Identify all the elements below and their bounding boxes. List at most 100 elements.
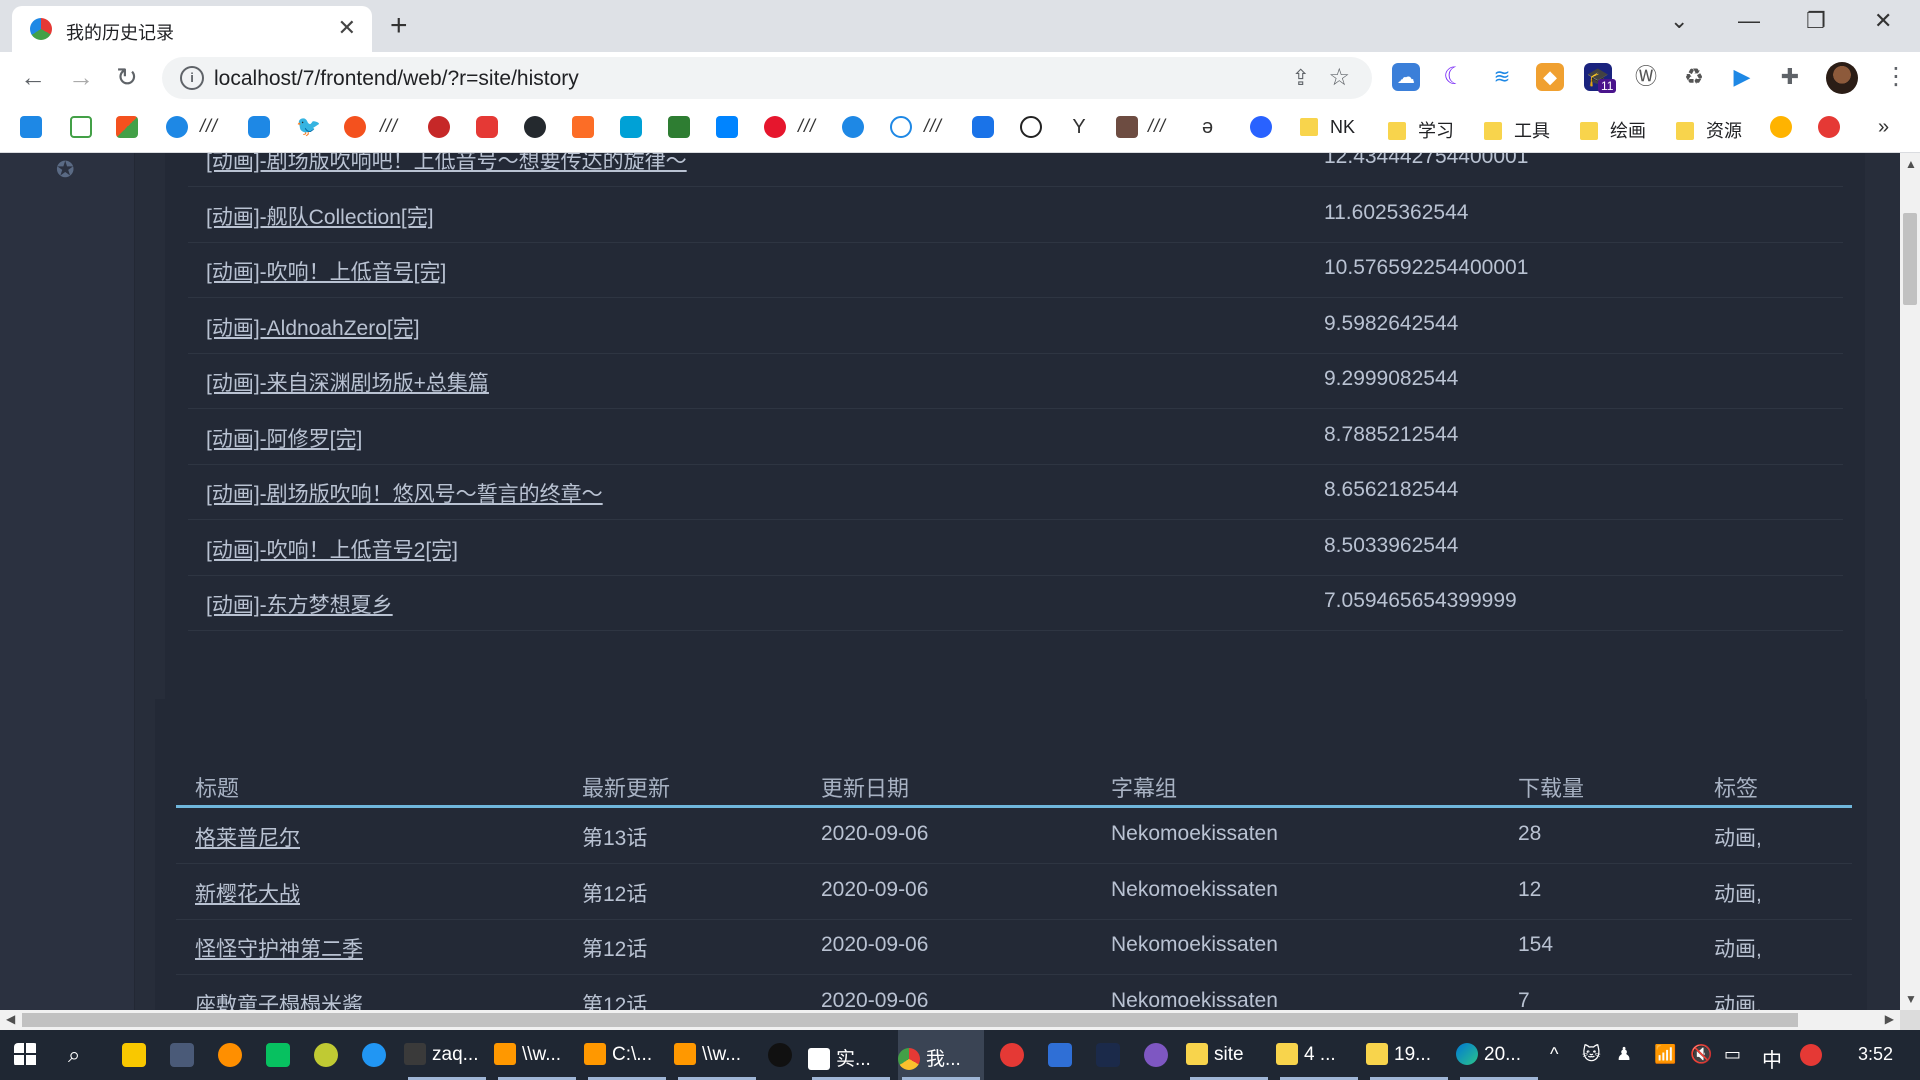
bookmark-m-icon[interactable] xyxy=(166,116,188,138)
windows-start-icon[interactable] xyxy=(14,1043,38,1067)
column-header-date[interactable]: 更新日期 xyxy=(821,771,909,803)
back-button[interactable]: ← xyxy=(20,62,46,92)
sogou-ime-icon[interactable] xyxy=(1800,1044,1822,1066)
horizontal-scroll-thumb[interactable] xyxy=(22,1013,1798,1027)
extension-wave-icon[interactable]: ≋ xyxy=(1488,63,1516,91)
bookmark-folder-tools[interactable]: 工具 xyxy=(1484,117,1550,143)
ime-indicator[interactable]: 中 xyxy=(1762,1044,1782,1073)
bookmark-separator[interactable]: /// xyxy=(924,116,942,137)
bookmark-gear-icon[interactable] xyxy=(842,116,864,138)
minimize-button[interactable]: — xyxy=(1738,8,1760,34)
close-window-button[interactable]: ✕ xyxy=(1874,8,1892,34)
bookmark-baidu-icon[interactable] xyxy=(1250,116,1272,138)
bookmark-q-icon[interactable] xyxy=(1020,116,1042,138)
sidebar-badge-icon[interactable]: ✪ xyxy=(56,157,74,183)
bookmark-bilibili-icon[interactable] xyxy=(620,116,642,138)
bookmark-script-icon[interactable]: ə xyxy=(1202,116,1224,138)
bookmark-folder-study[interactable]: 学习 xyxy=(1388,117,1454,143)
volume-muted-icon[interactable]: 🔇 xyxy=(1690,1044,1712,1065)
extension-moon-icon[interactable]: ☾ xyxy=(1440,63,1468,91)
bookmark-separator[interactable]: /// xyxy=(200,116,218,137)
everything-search-icon[interactable] xyxy=(218,1043,242,1067)
ranking-title-link[interactable]: [动画]-吹响！上低音号[完] xyxy=(206,256,446,286)
bookmark-folder-nk[interactable]: NK xyxy=(1300,117,1355,138)
column-header-group[interactable]: 字幕组 xyxy=(1111,771,1177,803)
column-header-tags[interactable]: 标签 xyxy=(1714,771,1758,803)
tray-overflow-icon[interactable]: ^ xyxy=(1550,1044,1558,1065)
extension-orange-icon[interactable]: ◆ xyxy=(1536,63,1564,91)
search-icon[interactable]: ⌕ xyxy=(68,1043,92,1067)
ranking-title-link[interactable]: [动画]-AldnoahZero[完] xyxy=(206,312,420,342)
browser-menu-icon[interactable]: ⋮ xyxy=(1884,62,1908,92)
taskbar-task-edge[interactable]: 20... xyxy=(1456,1030,1542,1080)
profile-avatar[interactable] xyxy=(1826,62,1858,94)
bookmark-p-icon[interactable] xyxy=(248,116,270,138)
scroll-right-arrow-icon[interactable]: ▶ xyxy=(1885,1012,1894,1026)
tab-search-icon[interactable]: ⌄ xyxy=(1670,8,1688,34)
bookmark-youtube-icon[interactable] xyxy=(476,116,498,138)
taskbar-task-sublime-2[interactable]: C:\... xyxy=(584,1030,670,1080)
bookmark-blue-icon[interactable] xyxy=(972,116,994,138)
taskbar-task-folder-4[interactable]: 4 ... xyxy=(1276,1030,1362,1080)
taskbar-task-sublime-1[interactable]: \\w... xyxy=(494,1030,580,1080)
ranking-title-link[interactable]: [动画]-剧场版吹响！悠风号～誓言的终章～ xyxy=(206,478,603,508)
forward-button[interactable]: → xyxy=(68,62,94,92)
cell-title-link[interactable]: 座敷童子榻榻米酱 xyxy=(195,989,363,1011)
site-info-icon[interactable]: i xyxy=(180,66,204,90)
bookmark-separator[interactable]: /// xyxy=(380,116,398,137)
ranking-title-link[interactable]: [动画]-剧场版吹响吧！上低音号～想要传达的旋律～ xyxy=(206,153,687,175)
ranking-title-link[interactable]: [动画]-舰队Collection[完] xyxy=(206,201,434,231)
bookmark-grid-icon[interactable] xyxy=(20,116,42,138)
cell-title-link[interactable]: 怪怪守护神第二季 xyxy=(195,933,363,963)
horizontal-scrollbar[interactable]: ◀ ▶ xyxy=(0,1010,1900,1030)
ranking-title-link[interactable]: [动画]-来自深渊剧场版+总集篇 xyxy=(206,367,489,397)
scroll-down-arrow-icon[interactable]: ▼ xyxy=(1905,992,1917,1006)
qq-icon[interactable] xyxy=(768,1043,792,1067)
bookmark-colorful-icon[interactable] xyxy=(116,116,138,138)
bookmark-weibo-icon[interactable] xyxy=(764,116,786,138)
netease-music-icon[interactable] xyxy=(1000,1043,1024,1067)
bookmark-j-icon[interactable] xyxy=(1116,116,1138,138)
bookmark-separator[interactable]: /// xyxy=(798,116,816,137)
bookmark-cat-icon[interactable] xyxy=(1770,116,1792,138)
tray-app-icon[interactable]: ♟ xyxy=(1616,1044,1632,1065)
taskbar-task-chrome[interactable]: 我... xyxy=(898,1030,984,1080)
taskbar-task-sublime-3[interactable]: \\w... xyxy=(674,1030,760,1080)
wechat-icon[interactable] xyxy=(266,1043,290,1067)
app-icon-1[interactable] xyxy=(170,1043,194,1067)
jetbrains-icon[interactable] xyxy=(1048,1043,1072,1067)
bookmark-folder-drawing[interactable]: 绘画 xyxy=(1580,117,1646,143)
scroll-up-arrow-icon[interactable]: ▲ xyxy=(1905,157,1917,171)
bookmark-y-icon[interactable]: Y xyxy=(1068,116,1090,138)
bookmark-star-icon[interactable]: ☆ xyxy=(1328,63,1350,92)
wifi-icon[interactable]: 📶 xyxy=(1654,1044,1676,1065)
cell-title-link[interactable]: 新樱花大战 xyxy=(195,878,300,908)
extension-recycle-icon[interactable]: ♻ xyxy=(1680,63,1708,91)
extension-wordpress-icon[interactable]: Ⓦ xyxy=(1632,63,1660,91)
vertical-scrollbar[interactable]: ▲ ▼ xyxy=(1900,153,1920,1010)
bookmark-history-icon[interactable] xyxy=(890,116,912,138)
extension-play-icon[interactable]: ▶ xyxy=(1728,63,1756,91)
vertical-scroll-thumb[interactable] xyxy=(1903,213,1917,305)
tray-cat-icon[interactable]: 🐱 xyxy=(1582,1044,1601,1065)
sticky-notes-icon[interactable] xyxy=(122,1043,146,1067)
bookmark-github-icon[interactable] xyxy=(524,116,546,138)
bookmark-twitter-icon[interactable]: 🐦 xyxy=(296,116,321,138)
bookmark-gitlab-icon[interactable] xyxy=(572,116,594,138)
app-icon-2[interactable] xyxy=(314,1043,338,1067)
ranking-title-link[interactable]: [动画]-阿修罗[完] xyxy=(206,423,362,453)
restore-button[interactable]: ❐ xyxy=(1806,8,1826,34)
bookmark-face-icon[interactable] xyxy=(1818,116,1840,138)
ranking-title-link[interactable]: [动画]-吹响！上低音号2[完] xyxy=(206,534,458,564)
bookmark-separator[interactable]: /// xyxy=(1148,116,1166,137)
share-icon[interactable]: ⇪ xyxy=(1292,65,1310,91)
bookmark-s-icon[interactable] xyxy=(344,116,366,138)
app-icon-3[interactable] xyxy=(362,1043,386,1067)
bookmark-folder-resources[interactable]: 资源 xyxy=(1676,117,1742,143)
new-tab-button[interactable]: + xyxy=(390,6,408,46)
column-header-latest[interactable]: 最新更新 xyxy=(582,771,670,803)
cell-title-link[interactable]: 格莱普尼尔 xyxy=(195,822,300,852)
reload-button[interactable]: ↻ xyxy=(116,62,138,92)
url-text[interactable]: localhost/7/frontend/web/?r=site/history xyxy=(214,67,579,91)
taskbar-task-typora[interactable]: 实... xyxy=(808,1030,894,1080)
